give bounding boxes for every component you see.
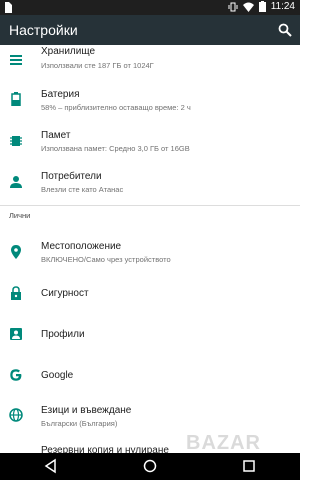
setting-title: Сигурност [41, 288, 89, 299]
setting-title: Google [41, 370, 74, 381]
page-title: Настройки [9, 22, 78, 38]
account-box-icon [9, 327, 23, 341]
location-pin-icon [9, 245, 23, 259]
setting-title: Профили [41, 329, 85, 340]
home-button[interactable] [142, 458, 158, 474]
vibrate-icon [228, 2, 238, 11]
setting-title: Потребители [41, 171, 102, 182]
recents-icon [243, 460, 255, 472]
watermark: BAZAR [186, 432, 261, 454]
setting-users[interactable]: Потребители Влезли сте като Атанас [0, 163, 300, 201]
search-button[interactable] [278, 23, 292, 37]
navigation-bar [0, 453, 300, 480]
person-icon [9, 175, 23, 189]
memory-icon [9, 134, 23, 148]
battery-icon [9, 92, 23, 107]
app-bar: Настройки [0, 15, 300, 45]
setting-title: Хранилище [41, 46, 95, 57]
setting-battery[interactable]: Батерия 58% – приблизително оставащо вре… [0, 81, 300, 119]
section-header: Лични [9, 211, 31, 220]
setting-memory[interactable]: Памет Използвана памет: Средно 3,0 ГБ от… [0, 122, 300, 160]
setting-storage[interactable]: Хранилище Използвали сте 187 ГБ от 1024Г [0, 45, 300, 73]
section-divider [0, 205, 300, 206]
setting-subtitle: Използвали сте 187 ГБ от 1024Г [41, 61, 154, 70]
home-icon [143, 459, 157, 473]
status-icons: 11:24 [228, 1, 295, 12]
wifi-icon [242, 2, 254, 12]
setting-language[interactable]: Езици и въвеждане Български (България) [0, 396, 300, 434]
settings-list[interactable]: Хранилище Използвали сте 187 ГБ от 1024Г… [0, 45, 300, 453]
setting-google[interactable]: Google [0, 359, 300, 391]
sim-icon [4, 2, 12, 16]
setting-title: Резервни копия и нулиране [41, 445, 169, 453]
back-icon [44, 458, 56, 474]
search-icon [278, 23, 292, 37]
setting-subtitle: Български (България) [41, 419, 118, 428]
setting-security[interactable]: Сигурност [0, 277, 300, 309]
lock-icon [9, 286, 23, 300]
storage-icon [9, 53, 23, 67]
recents-button[interactable] [241, 458, 257, 474]
setting-subtitle: 58% – приблизително оставащо време: 2 ч [41, 103, 191, 112]
setting-title: Памет [41, 130, 71, 141]
setting-profiles[interactable]: Профили [0, 318, 300, 350]
setting-location[interactable]: Местоположение ВКЛЮЧЕНО/Само чрез устрой… [0, 233, 300, 271]
setting-subtitle: Използвана памет: Средно 3,0 ГБ от 16GB [41, 144, 190, 153]
battery-icon [258, 1, 266, 12]
back-button[interactable] [43, 458, 59, 474]
setting-title: Местоположение [41, 241, 122, 252]
setting-title: Езици и въвеждане [41, 405, 132, 416]
google-g-icon [9, 368, 23, 382]
setting-subtitle: Влезли сте като Атанас [41, 185, 124, 194]
status-bar: 11:24 [0, 0, 300, 15]
setting-subtitle: ВКЛЮЧЕНО/Само чрез устройството [41, 255, 171, 264]
clock: 11:24 [270, 1, 295, 12]
setting-title: Батерия [41, 89, 80, 100]
globe-icon [9, 408, 23, 422]
